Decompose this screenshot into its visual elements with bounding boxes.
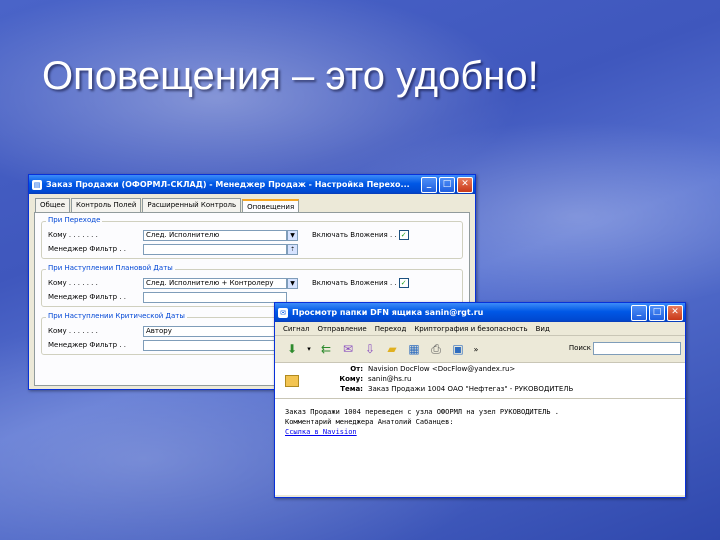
group-label: При Наступлении Плановой Даты bbox=[46, 264, 175, 272]
menu-item-send[interactable]: Отправление bbox=[317, 325, 366, 333]
minimize-button[interactable]: _ bbox=[421, 177, 437, 193]
to-label: Кому: bbox=[339, 375, 363, 383]
slide-title: Оповещения – это удобно! bbox=[42, 54, 539, 98]
field-label-to: Кому . . . . . . . bbox=[48, 279, 98, 287]
reply-all-icon[interactable]: ⇇ bbox=[317, 340, 335, 358]
mail-app-icon: ✉ bbox=[278, 307, 288, 318]
from-value: Navision DocFlow <DocFlow@yandex.ru> bbox=[368, 365, 516, 373]
group-label: При Наступлении Критической Даты bbox=[46, 312, 187, 320]
tab-strip: Общее Контроль Полей Расширенный Контрол… bbox=[29, 194, 475, 213]
mail-viewer-window: ✉ Просмотр папки DFN ящика sanin@rgt.ru … bbox=[274, 302, 686, 498]
chevron-down-icon[interactable]: ▼ bbox=[287, 229, 298, 241]
address-book-icon[interactable]: ▦ bbox=[405, 340, 423, 358]
window-title: Заказ Продажи (ОФОРМЛ-СКЛАД) - Менеджер … bbox=[46, 180, 410, 189]
tab-general[interactable]: Общее bbox=[35, 198, 71, 212]
menu-item-crypto[interactable]: Криптография и безопасность bbox=[414, 325, 527, 333]
field-label-to: Кому . . . . . . . bbox=[48, 231, 98, 239]
print-icon[interactable]: ⎙ bbox=[427, 340, 445, 358]
toolbar: ⬇ ▾ ⇇ ✉ ⇩ ▰ ▦ ⎙ ▣ » Поиск bbox=[275, 336, 685, 363]
subject-value: Заказ Продажи 1004 ОАО "Нефтегаз" - РУКО… bbox=[368, 385, 574, 393]
manager-filter-field[interactable] bbox=[143, 339, 287, 351]
to-field[interactable]: След. Исполнителю + Контролеру bbox=[143, 277, 287, 289]
get-mail-icon[interactable]: ⬇ bbox=[283, 340, 301, 358]
menu-item-signal[interactable]: Сигнал bbox=[283, 325, 309, 333]
subject-label: Тема: bbox=[340, 385, 363, 393]
manager-filter-field[interactable] bbox=[143, 243, 287, 255]
body-line: Заказ Продажи 1004 переведен с узла ОФОР… bbox=[285, 408, 559, 416]
maximize-button[interactable]: □ bbox=[649, 305, 665, 321]
menu-bar: Сигнал Отправление Переход Криптография … bbox=[275, 322, 685, 336]
assist-edit-icon[interactable]: ⇡ bbox=[287, 243, 298, 255]
save-icon[interactable]: ▣ bbox=[449, 340, 467, 358]
folder-icon[interactable]: ▰ bbox=[383, 340, 401, 358]
menu-item-view[interactable]: Вид bbox=[536, 325, 550, 333]
search-label: Поиск bbox=[568, 344, 591, 352]
field-label-filter: Менеджер Фильтр . . bbox=[48, 245, 126, 253]
close-button[interactable]: ✕ bbox=[667, 305, 683, 321]
tab-extended-control[interactable]: Расширенный Контроль bbox=[142, 198, 242, 212]
include-attachments-checkbox[interactable]: ✓ bbox=[398, 230, 409, 240]
to-value: sanin@hs.ru bbox=[368, 375, 412, 383]
checkbox-label: Включать Вложения . . bbox=[312, 231, 397, 239]
field-label-filter: Менеджер Фильтр . . bbox=[48, 341, 126, 349]
app-icon: ▤ bbox=[32, 179, 42, 190]
field-label-filter: Менеджер Фильтр . . bbox=[48, 293, 126, 301]
include-attachments-checkbox[interactable]: ✓ bbox=[398, 278, 409, 288]
menu-item-go[interactable]: Переход bbox=[375, 325, 407, 333]
forward-icon[interactable]: ✉ bbox=[339, 340, 357, 358]
window-title: Просмотр папки DFN ящика sanin@rgt.ru bbox=[292, 308, 484, 317]
maximize-button[interactable]: □ bbox=[439, 177, 455, 193]
window-titlebar[interactable]: ✉ Просмотр папки DFN ящика sanin@rgt.ru … bbox=[275, 303, 685, 322]
close-button[interactable]: ✕ bbox=[457, 177, 473, 193]
toolbar-overflow[interactable]: » bbox=[471, 340, 481, 358]
group-label: При Переходе bbox=[46, 216, 103, 224]
body-line: Комментарий менеджера Анатолий Сабанцев: bbox=[285, 418, 454, 426]
envelope-icon bbox=[285, 375, 299, 387]
move-icon[interactable]: ⇩ bbox=[361, 340, 379, 358]
message-body: Заказ Продажи 1004 переведен с узла ОФОР… bbox=[275, 399, 685, 495]
chevron-down-icon[interactable]: ▾ bbox=[305, 340, 313, 358]
chevron-down-icon[interactable]: ▼ bbox=[287, 277, 298, 289]
tab-field-control[interactable]: Контроль Полей bbox=[71, 198, 142, 212]
navision-link[interactable]: Ссылка в Navision bbox=[285, 427, 675, 437]
group-on-transition: При Переходе Кому . . . . . . . След. Ис… bbox=[41, 216, 463, 259]
field-label-to: Кому . . . . . . . bbox=[48, 327, 98, 335]
from-label: От: bbox=[350, 365, 363, 373]
search-input[interactable] bbox=[593, 342, 681, 355]
window-titlebar[interactable]: ▤ Заказ Продажи (ОФОРМЛ-СКЛАД) - Менедже… bbox=[29, 175, 475, 194]
minimize-button[interactable]: _ bbox=[631, 305, 647, 321]
checkbox-label: Включать Вложения . . bbox=[312, 279, 397, 287]
message-header: От: Navision DocFlow <DocFlow@yandex.ru>… bbox=[275, 363, 685, 399]
manager-filter-field[interactable] bbox=[143, 291, 287, 303]
to-field[interactable]: Автору bbox=[143, 325, 287, 337]
to-field[interactable]: След. Исполнителю bbox=[143, 229, 287, 241]
tab-notifications[interactable]: Оповещения bbox=[242, 199, 300, 213]
